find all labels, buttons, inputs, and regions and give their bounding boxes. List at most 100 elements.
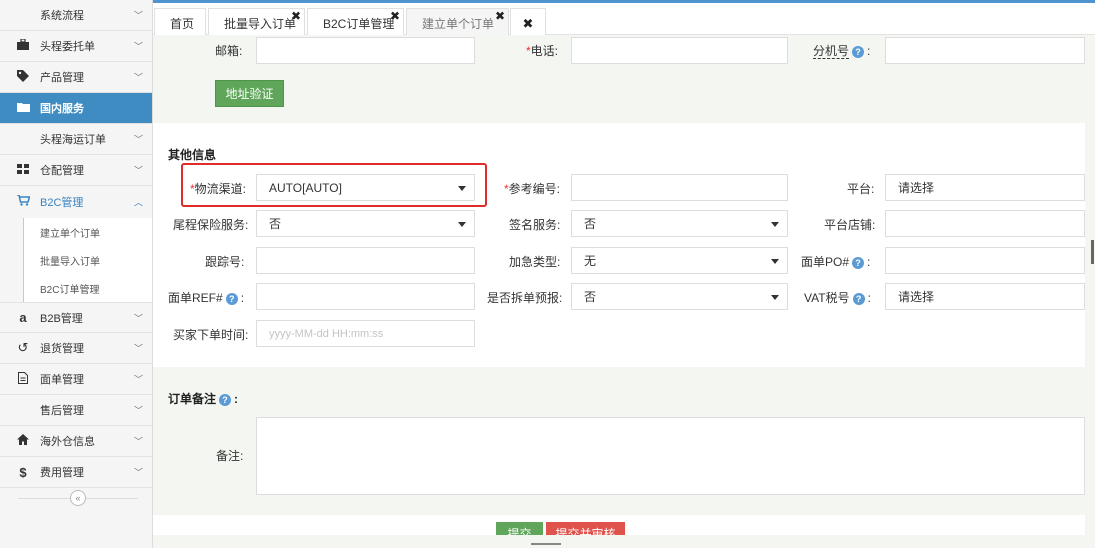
close-all-tabs-button[interactable]: ✖: [510, 8, 546, 38]
sidebar-subitem-create-order[interactable]: 建立单个订单: [23, 218, 152, 246]
help-icon[interactable]: ?: [219, 393, 232, 406]
sidebar-item-b2c[interactable]: B2C管理 ︿: [0, 186, 152, 217]
signature-label: 签名服务:: [509, 218, 561, 232]
sidebar-item-domestic-service[interactable]: 国内服务: [0, 93, 152, 124]
ref2-field[interactable]: [256, 283, 475, 310]
sidebar-item-fees[interactable]: $ 费用管理 ﹀: [0, 457, 152, 488]
sidebar-item-after-sales[interactable]: 售后管理 ﹀: [0, 395, 152, 426]
buyer-order-time-field[interactable]: yyyy-MM-dd HH:mm:ss: [256, 320, 475, 347]
chevron-up-icon: ︿: [133, 197, 143, 207]
urgent-label: 加急类型:: [509, 255, 561, 269]
folder-icon: [15, 101, 31, 115]
tab-label: 批量导入订单: [224, 17, 297, 31]
sidebar-item-labels[interactable]: 面单管理 ﹀: [0, 364, 152, 395]
po-field[interactable]: [885, 247, 1085, 274]
split-label: 是否拆单预报:: [487, 291, 563, 305]
sidebar-item-label: 售后管理: [40, 405, 84, 417]
help-icon[interactable]: ?: [852, 292, 865, 305]
section-title-other-info: 其他信息: [168, 148, 217, 162]
colon: :: [240, 291, 245, 305]
signature-select[interactable]: 否: [571, 210, 788, 237]
insurance-label: 尾程保险服务:: [173, 218, 249, 232]
sidebar-item-sea-orders[interactable]: 头程海运订单 ﹀: [0, 124, 152, 155]
bottom-resize-handle[interactable]: [531, 543, 561, 545]
close-icon[interactable]: ✖: [390, 9, 400, 23]
sidebar-subitem-batch-import[interactable]: 批量导入订单: [23, 246, 152, 274]
sidebar-item-returns[interactable]: ↺ 退货管理 ﹀: [0, 333, 152, 364]
split-select[interactable]: 否: [571, 283, 788, 310]
sidebar-item-overseas-warehouse[interactable]: 海外仓信息 ﹀: [0, 426, 152, 457]
sidebar-item-label: 国内服务: [40, 103, 84, 115]
phone-label-text: 电话:: [530, 44, 559, 58]
sidebar-item-label: 仓配管理: [40, 165, 84, 177]
help-icon[interactable]: ?: [225, 292, 238, 305]
caret-down-icon: [458, 222, 466, 227]
vat-label: VAT税号?:: [804, 289, 871, 306]
sidebar-item-first-leg-orders[interactable]: 头程委托单 ﹀: [0, 31, 152, 62]
reference-number-field[interactable]: [571, 174, 788, 201]
email-field[interactable]: [256, 37, 475, 64]
chevron-down-icon: ﹀: [133, 165, 143, 176]
chevron-down-icon: ﹀: [133, 436, 143, 447]
undo-icon: ↺: [17, 340, 29, 355]
platform-select[interactable]: 请选择: [885, 174, 1085, 201]
urgent-select[interactable]: 无: [571, 247, 788, 274]
file-icon: [15, 371, 31, 387]
caret-down-icon: [771, 295, 779, 300]
sidebar-item-label: 头程海运订单: [40, 134, 106, 146]
help-icon[interactable]: ?: [852, 45, 865, 58]
ext-label-text: 分机号: [813, 44, 850, 59]
vat-value: 请选择: [898, 290, 935, 304]
phone-label: *电话:: [526, 42, 558, 59]
right-scrollbar[interactable]: [1085, 35, 1095, 548]
dollar-icon: $: [19, 464, 27, 480]
close-icon[interactable]: ✖: [291, 9, 301, 23]
store-label: 平台店铺:: [824, 218, 876, 232]
tab-batch-import[interactable]: 批量导入订单 ✖: [208, 8, 305, 38]
address-verify-button[interactable]: 地址验证: [215, 80, 284, 107]
cart-icon: [15, 193, 31, 209]
submit-and-audit-button[interactable]: 提交并审核: [546, 522, 625, 535]
caret-down-icon: [771, 259, 779, 264]
sidebar-subitem-b2c-orders[interactable]: B2C订单管理: [23, 274, 152, 302]
sidebar-item-label: 产品管理: [40, 72, 84, 84]
tab-home[interactable]: 首页: [154, 8, 206, 38]
sidebar-item-products[interactable]: 产品管理 ﹀: [0, 62, 152, 93]
sidebar-item-warehouse[interactable]: 仓配管理 ﹀: [0, 155, 152, 186]
buyer-time-label: 买家下单时间:: [173, 328, 249, 342]
help-icon[interactable]: ?: [852, 256, 865, 269]
sidebar-collapse-button[interactable]: «: [70, 490, 86, 506]
colon: :: [867, 291, 871, 305]
caret-down-icon: [771, 222, 779, 227]
scroll-handle[interactable]: [1091, 240, 1094, 264]
split-value: 否: [584, 290, 597, 304]
colon: :: [234, 392, 239, 406]
email-label: 邮箱:: [215, 44, 243, 58]
tab-create-order[interactable]: 建立单个订单 ✖: [406, 8, 509, 38]
vat-select[interactable]: 请选择: [885, 283, 1085, 310]
ref-label-text: 参考编号:: [508, 182, 561, 196]
extension-field[interactable]: [885, 37, 1085, 64]
sidebar-item-system-flow[interactable]: 系统流程 ﹀: [0, 0, 152, 31]
tab-b2c-orders[interactable]: B2C订单管理 ✖: [307, 8, 404, 38]
ext-label: 分机号?:: [813, 42, 870, 59]
sidebar-item-label: 退货管理: [40, 343, 84, 355]
sidebar-item-b2b[interactable]: a B2B管理 ﹀: [0, 302, 152, 333]
chevron-down-icon: ﹀: [133, 343, 143, 354]
tag-icon: [15, 69, 31, 85]
tab-label: 建立单个订单: [422, 17, 495, 31]
close-icon[interactable]: ✖: [495, 9, 505, 23]
tab-bar: 首页 批量导入订单 ✖ B2C订单管理 ✖ 建立单个订单 ✖ ✖: [153, 0, 1095, 38]
chevron-down-icon: ﹀: [133, 72, 143, 83]
remark-textarea[interactable]: [256, 417, 1085, 495]
submit-button[interactable]: 提交: [496, 522, 543, 535]
phone-field[interactable]: [571, 37, 788, 64]
sidebar: 系统流程 ﹀ 头程委托单 ﹀ 产品管理 ﹀ 国内服务 头程海运订单 ﹀ 仓配管理 ﹀ B2…: [0, 0, 153, 548]
home-icon: [15, 434, 31, 448]
chevron-down-icon: ﹀: [133, 134, 143, 145]
insurance-select[interactable]: 否: [256, 210, 475, 237]
po-label-text: 面单PO#: [801, 255, 850, 269]
tracking-field[interactable]: [256, 247, 475, 274]
ref2-label-text: 面单REF#: [168, 291, 223, 305]
store-field[interactable]: [885, 210, 1085, 237]
